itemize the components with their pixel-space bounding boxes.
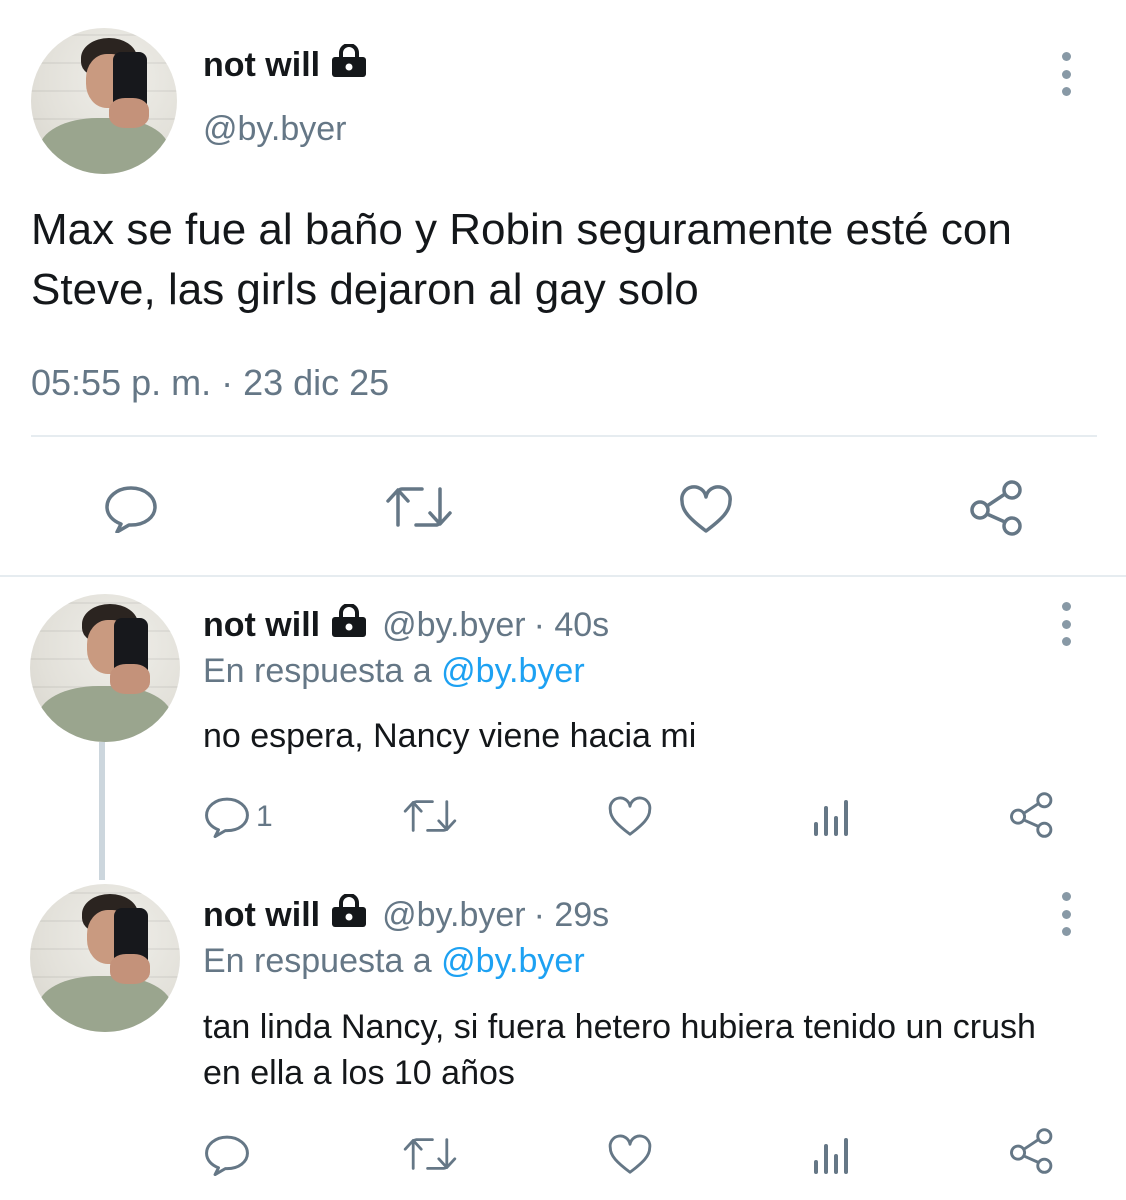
more-icon[interactable] bbox=[1059, 602, 1073, 646]
share-icon[interactable] bbox=[1008, 792, 1056, 838]
like-icon[interactable] bbox=[607, 796, 653, 838]
more-icon[interactable] bbox=[1059, 52, 1073, 96]
analytics-icon[interactable] bbox=[812, 794, 852, 836]
relative-time: · 40s bbox=[533, 606, 610, 644]
retweet-icon[interactable] bbox=[402, 798, 458, 834]
handle: @by.byer bbox=[382, 896, 526, 934]
avatar[interactable] bbox=[30, 594, 180, 742]
reply-count: 1 bbox=[256, 800, 273, 833]
reply-icon[interactable]: 1 bbox=[204, 796, 273, 838]
more-icon[interactable] bbox=[1059, 892, 1073, 936]
thread-line bbox=[99, 742, 105, 880]
relative-time: · 29s bbox=[533, 896, 610, 934]
timestamp[interactable]: 05:55 p. m. · 23 dic 25 bbox=[31, 362, 389, 404]
mention-link[interactable]: @by.byer bbox=[441, 652, 585, 690]
lock-icon bbox=[330, 43, 368, 87]
lock-icon bbox=[330, 893, 368, 937]
like-icon[interactable] bbox=[678, 485, 734, 535]
reply-icon[interactable] bbox=[104, 485, 158, 533]
tweet-text: no espera, Nancy viene hacia mi bbox=[203, 717, 697, 755]
reply-context: En respuesta a @by.byer bbox=[203, 652, 585, 690]
lock-icon bbox=[330, 603, 368, 647]
retweet-icon[interactable] bbox=[402, 1136, 458, 1172]
analytics-icon[interactable] bbox=[812, 1132, 852, 1174]
reply-icon[interactable] bbox=[204, 1134, 250, 1176]
handle[interactable]: @by.byer bbox=[203, 110, 347, 149]
display-name[interactable]: not will bbox=[203, 43, 368, 87]
mention-link[interactable]: @by.byer bbox=[441, 942, 585, 980]
tweet-text: Max se fue al baño y Robin seguramente e… bbox=[31, 205, 1012, 314]
display-name[interactable]: not will @by.byer · 40s bbox=[203, 603, 610, 647]
avatar[interactable] bbox=[31, 28, 177, 174]
share-icon[interactable] bbox=[1008, 1128, 1056, 1174]
display-name[interactable]: not will @by.byer · 29s bbox=[203, 893, 610, 937]
divider bbox=[0, 575, 1126, 577]
divider bbox=[31, 435, 1097, 437]
tweet-text: tan linda Nancy, si fuera hetero hubiera… bbox=[203, 1008, 1036, 1092]
share-icon[interactable] bbox=[968, 480, 1026, 536]
handle: @by.byer bbox=[382, 606, 526, 644]
like-icon[interactable] bbox=[607, 1134, 653, 1176]
avatar[interactable] bbox=[30, 884, 180, 1032]
retweet-icon[interactable] bbox=[384, 485, 454, 529]
reply-context: En respuesta a @by.byer bbox=[203, 942, 585, 980]
